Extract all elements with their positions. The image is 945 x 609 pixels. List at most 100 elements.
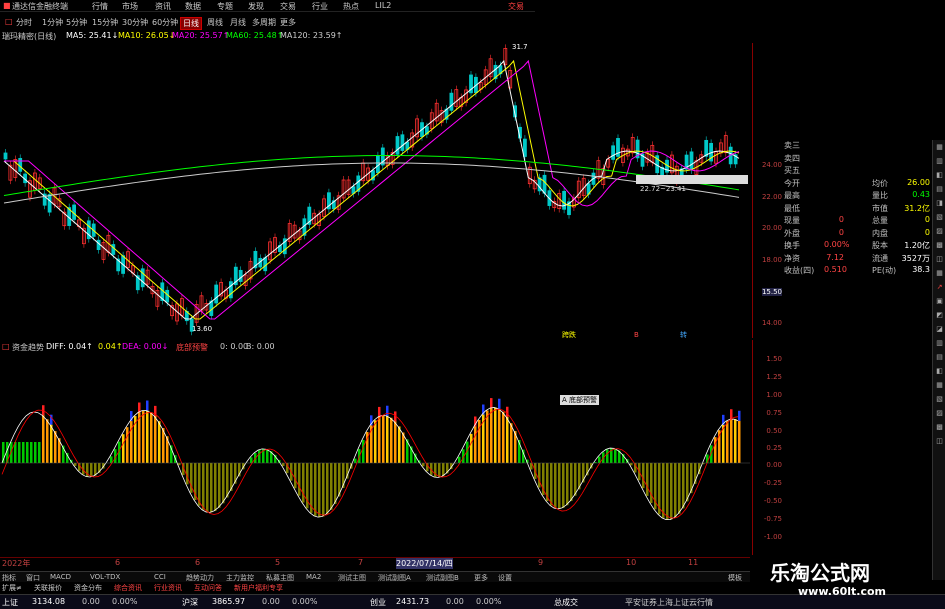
menu-item[interactable]: 市场 bbox=[122, 1, 138, 12]
period-button[interactable]: 15分钟 bbox=[90, 17, 120, 28]
indicator-bar bbox=[670, 463, 673, 520]
info-tab[interactable]: 扩展≠ bbox=[2, 583, 22, 593]
chart-tag: B bbox=[634, 331, 639, 338]
total-turnover-label: 总成交 bbox=[554, 598, 578, 607]
menu-item[interactable]: 发现 bbox=[248, 1, 264, 12]
tool-icon[interactable]: ▨ bbox=[934, 226, 945, 237]
tool-icon[interactable]: ▧ bbox=[934, 394, 945, 405]
indicator-bar bbox=[726, 421, 729, 463]
period-button[interactable]: 5分钟 bbox=[64, 17, 89, 28]
candles bbox=[3, 44, 738, 336]
indicator-tab[interactable]: CCI bbox=[154, 573, 166, 581]
quote-label: 今开 bbox=[784, 178, 800, 188]
menu-item[interactable]: LIL2 bbox=[375, 1, 391, 10]
info-tab[interactable]: 资金分布 bbox=[74, 583, 102, 593]
period-button[interactable]: 周线 bbox=[205, 17, 225, 28]
indicator-bar bbox=[42, 415, 45, 463]
info-tab[interactable]: 互动问答 bbox=[194, 583, 222, 593]
menu-item[interactable]: 交易 bbox=[280, 1, 296, 12]
ma-lines bbox=[3, 59, 740, 320]
indicator-tab[interactable]: MACD bbox=[50, 573, 71, 581]
quote-label: 卖四 bbox=[784, 153, 800, 163]
date-tick: 10 bbox=[626, 558, 637, 567]
indicator-bar bbox=[294, 463, 297, 489]
menu-item[interactable]: 行业 bbox=[312, 1, 328, 12]
tool-icon[interactable]: ◧ bbox=[934, 170, 945, 181]
indicator-bars bbox=[2, 398, 741, 520]
date-tick: 7 bbox=[358, 558, 364, 567]
kline-chart[interactable]: 31.7 13.60 22.72~23.41 跨跌 B 转 bbox=[0, 43, 750, 338]
tool-icon[interactable]: ▤ bbox=[934, 184, 945, 195]
menu-item[interactable]: 热点 bbox=[343, 1, 359, 12]
indicator-bar bbox=[438, 463, 441, 478]
indicator-bar bbox=[330, 463, 333, 510]
menu-item[interactable]: 专题 bbox=[217, 1, 233, 12]
quote-label: 最低 bbox=[784, 203, 800, 213]
price-tick: 22.00 bbox=[761, 193, 782, 201]
tool-icon[interactable]: ◫ bbox=[934, 436, 945, 447]
period-button[interactable]: 更多 bbox=[278, 17, 298, 28]
indicator-bar bbox=[266, 449, 269, 463]
info-tab[interactable]: 关联报价 bbox=[34, 583, 62, 593]
tool-icon[interactable]: ▦ bbox=[934, 268, 945, 279]
indicator-bar bbox=[486, 410, 489, 463]
quote-label: 量比 bbox=[872, 191, 888, 200]
menu-item[interactable]: 数据 bbox=[185, 1, 201, 12]
period-button-active[interactable]: 日线 bbox=[180, 17, 202, 30]
indicator-bar bbox=[226, 463, 229, 498]
indicator-bar bbox=[494, 407, 497, 463]
sz-index-label[interactable]: 沪深 bbox=[182, 597, 198, 608]
tool-icon[interactable]: ◧ bbox=[934, 366, 945, 377]
indicator-bar bbox=[298, 463, 301, 496]
tool-icon[interactable]: ▩ bbox=[934, 422, 945, 433]
indicator-tab[interactable]: MA2 bbox=[306, 573, 321, 581]
date-axis: 2022年 6 6 5 7 2022/07/14/四 9 10 11 bbox=[0, 557, 750, 569]
signal-label: A 底部预警 bbox=[560, 395, 600, 405]
indicator-tab[interactable]: VOL-TDX bbox=[90, 573, 120, 581]
tool-icon[interactable]: ▦ bbox=[934, 380, 945, 391]
tool-icon[interactable]: ▣ bbox=[934, 296, 945, 307]
indicator-bar bbox=[30, 442, 33, 463]
tool-icon[interactable]: ◩ bbox=[934, 310, 945, 321]
period-button[interactable]: 多周期 bbox=[250, 17, 278, 28]
period-button[interactable]: 1分钟 bbox=[40, 17, 65, 28]
stock-name: 瑞玛精密(日线) bbox=[2, 32, 57, 41]
arrow-icon[interactable]: ↗ bbox=[934, 282, 945, 293]
info-tab[interactable]: 综合资讯 bbox=[114, 583, 142, 593]
quote-label: 股本 bbox=[872, 241, 888, 250]
tool-icon[interactable]: ▥ bbox=[934, 338, 945, 349]
cy-index-label[interactable]: 创业 bbox=[370, 597, 386, 608]
tool-icon[interactable]: ▨ bbox=[934, 408, 945, 419]
sh-index-label[interactable]: 上证 bbox=[2, 597, 18, 608]
indicator-bar bbox=[362, 439, 365, 463]
indicator-bar bbox=[46, 419, 49, 463]
watermark-brand: 乐淘公式网 bbox=[770, 561, 870, 585]
tool-icon[interactable]: ▧ bbox=[934, 212, 945, 223]
period-button[interactable]: 30分钟 bbox=[120, 17, 150, 28]
tool-icon[interactable]: ▤ bbox=[934, 352, 945, 363]
period-button[interactable]: 分时 bbox=[14, 17, 34, 28]
app-title: 通达信金融终端 bbox=[12, 2, 68, 11]
indicator-bar bbox=[374, 420, 377, 463]
tool-icon[interactable]: ▩ bbox=[934, 240, 945, 251]
tool-icon[interactable]: ◨ bbox=[934, 198, 945, 209]
indicator-chart[interactable] bbox=[0, 340, 750, 555]
indicator-bar bbox=[394, 421, 397, 463]
tool-icon[interactable]: ◫ bbox=[934, 254, 945, 265]
quote-value: 0 bbox=[838, 227, 844, 237]
indicator-bar bbox=[138, 412, 141, 463]
menu-item[interactable]: 行情 bbox=[92, 1, 108, 12]
period-button[interactable]: 月线 bbox=[228, 17, 248, 28]
quote-value: 0 bbox=[924, 215, 930, 224]
info-tab[interactable]: 新用户福利专享 bbox=[234, 583, 283, 593]
tool-icon[interactable]: ◪ bbox=[934, 324, 945, 335]
indicator-bar bbox=[490, 408, 493, 463]
info-tab[interactable]: 行业资讯 bbox=[154, 583, 182, 593]
menu-item[interactable]: 资讯 bbox=[155, 1, 171, 12]
tool-icon[interactable]: ▥ bbox=[934, 156, 945, 167]
price-tick: 24.00 bbox=[761, 161, 782, 169]
tool-icon[interactable]: ▦ bbox=[934, 142, 945, 153]
period-button[interactable]: 60分钟 bbox=[150, 17, 180, 28]
indicator-bar bbox=[302, 463, 305, 503]
trade-menu[interactable]: 交易 bbox=[508, 1, 524, 12]
